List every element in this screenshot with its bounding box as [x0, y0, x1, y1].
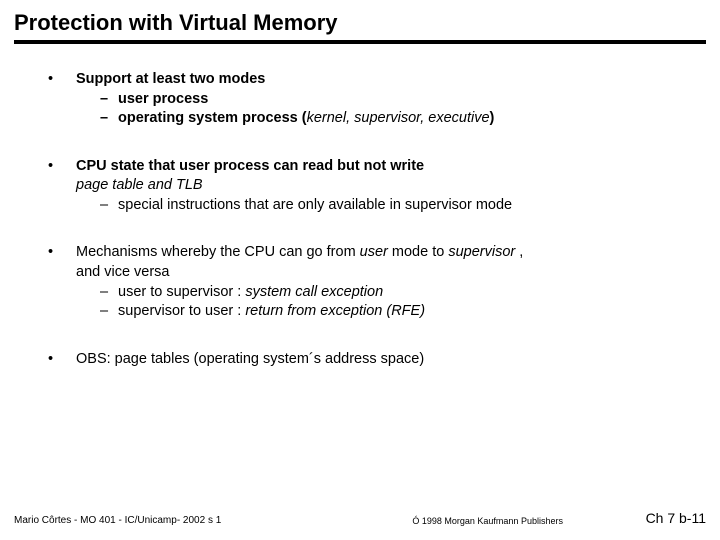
bullet-1-sub-1: user process [118, 90, 208, 110]
footer-left: Mario Côrtes - MO 401 - IC/Unicamp- 2002… [14, 515, 330, 526]
text-italic: supervisor [448, 244, 515, 260]
dash-marker: – [100, 196, 118, 216]
bullet-1-sub-2: operating system process (kernel, superv… [118, 109, 494, 129]
text-italic: return from exception (RFE) [245, 303, 425, 319]
text-italic: user [360, 244, 388, 260]
text: supervisor to user : [118, 303, 245, 319]
bullet-3-line-2: and vice versa [76, 263, 700, 283]
bullet-2: • CPU state that user process can read b… [48, 157, 700, 216]
bullet-3: • Mechanisms whereby the CPU can go from… [48, 243, 700, 321]
dash-marker: – [100, 283, 118, 303]
bullet-4-line-1: OBS: page tables (operating system´s add… [76, 350, 700, 370]
text: operating system process ( [118, 110, 307, 126]
text: mode to [388, 244, 448, 260]
bullet-marker: • [48, 350, 76, 370]
text: ) [490, 110, 495, 126]
bullet-3-line-1: Mechanisms whereby the CPU can go from u… [76, 243, 700, 263]
bullet-marker: • [48, 70, 76, 129]
text-italic: kernel, supervisor, executive [307, 110, 490, 126]
bullet-2-line-1: CPU state that user process can read but… [76, 157, 700, 177]
footer-center: Ó 1998 Morgan Kaufmann Publishers [330, 516, 646, 526]
text: Mechanisms whereby the CPU can go from [76, 244, 360, 260]
text: , [515, 244, 523, 260]
bullet-1: • Support at least two modes – user proc… [48, 70, 700, 129]
bullet-2-line-2: page table and TLB [76, 176, 700, 196]
text: user to supervisor : [118, 284, 245, 300]
dash-marker: – [100, 109, 118, 129]
footer: Mario Côrtes - MO 401 - IC/Unicamp- 2002… [0, 510, 720, 526]
bullet-3-sub-2: supervisor to user : return from excepti… [118, 302, 425, 322]
bullet-marker: • [48, 157, 76, 216]
text-italic: system call exception [245, 284, 383, 300]
bullet-2-sub-1: special instructions that are only avail… [118, 196, 512, 216]
dash-marker: – [100, 90, 118, 110]
footer-right: Ch 7 b-11 [646, 510, 706, 526]
dash-marker: – [100, 302, 118, 322]
bullet-marker: • [48, 243, 76, 321]
bullet-4: • OBS: page tables (operating system´s a… [48, 350, 700, 370]
bullet-3-sub-1: user to supervisor : system call excepti… [118, 283, 383, 303]
slide-title: Protection with Virtual Memory [0, 0, 720, 40]
bullet-1-line: Support at least two modes [76, 70, 700, 90]
slide-body: • Support at least two modes – user proc… [0, 44, 720, 369]
